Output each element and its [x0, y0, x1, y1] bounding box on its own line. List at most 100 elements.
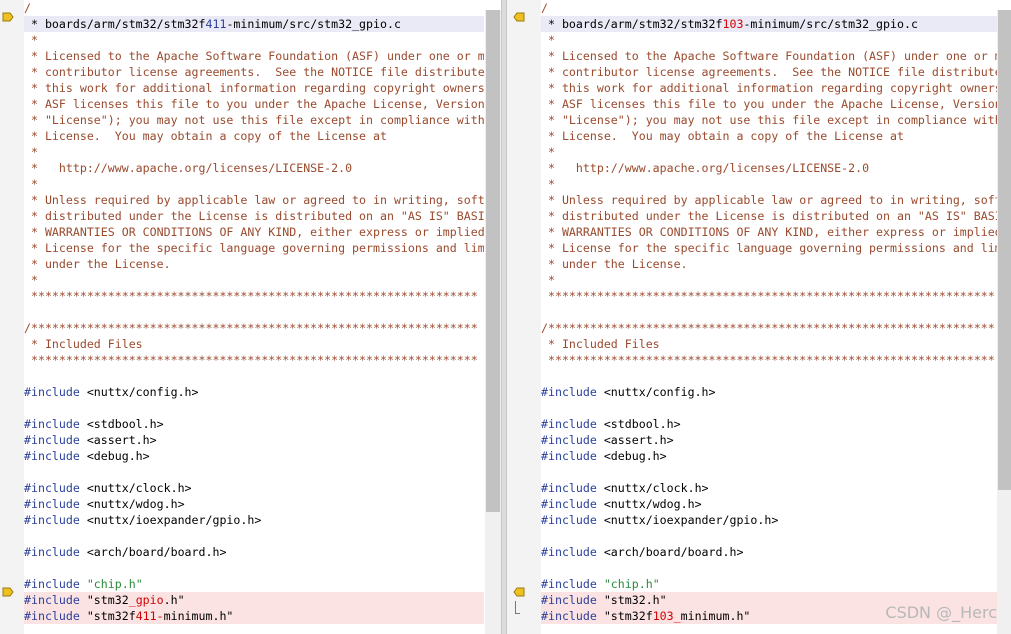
- right-code-line[interactable]: [541, 560, 1003, 576]
- right-code-line[interactable]: /***************************************…: [541, 320, 1003, 336]
- right-code-line[interactable]: ****************************************…: [541, 352, 1003, 368]
- left-code-line[interactable]: /: [24, 0, 484, 16]
- left-code-view[interactable]: / * boards/arm/stm32/stm32f411-minimum/s…: [24, 0, 484, 634]
- left-vertical-scrollbar[interactable]: [485, 10, 501, 634]
- left-code-line[interactable]: * http://www.apache.org/licenses/LICENSE…: [24, 160, 484, 176]
- left-code-line[interactable]: * License. You may obtain a copy of the …: [24, 128, 484, 144]
- left-code-token: #include: [24, 593, 80, 607]
- left-code-line[interactable]: *: [24, 176, 484, 192]
- right-code-line[interactable]: *: [541, 272, 1003, 288]
- right-code-line[interactable]: #include <nuttx/clock.h>: [541, 480, 1003, 496]
- right-code-token: * this work for additional information r…: [541, 81, 1002, 95]
- left-code-line[interactable]: [24, 528, 484, 544]
- right-code-line[interactable]: /: [541, 0, 1003, 16]
- left-code-line[interactable]: * this work for additional information r…: [24, 80, 484, 96]
- right-code-line[interactable]: * http://www.apache.org/licenses/LICENSE…: [541, 160, 1003, 176]
- left-code-line[interactable]: * Included Files: [24, 336, 484, 352]
- left-code-line[interactable]: [24, 400, 484, 416]
- right-scrollbar-thumb[interactable]: [998, 10, 1011, 490]
- right-code-line[interactable]: * Licensed to the Apache Software Founda…: [541, 48, 1003, 64]
- right-code-line[interactable]: * ASF licenses this file to you under th…: [541, 96, 1003, 112]
- left-code-line[interactable]: * distributed under the License is distr…: [24, 208, 484, 224]
- left-code-line[interactable]: ****************************************…: [24, 288, 484, 304]
- right-code-line[interactable]: #include <debug.h>: [541, 448, 1003, 464]
- right-code-line[interactable]: * "License"); you may not use this file …: [541, 112, 1003, 128]
- left-code-line[interactable]: *: [24, 272, 484, 288]
- left-code-line[interactable]: #include <arch/board/board.h>: [24, 544, 484, 560]
- right-code-line[interactable]: #include <nuttx/wdog.h>: [541, 496, 1003, 512]
- left-scrollbar-thumb[interactable]: [486, 10, 500, 512]
- left-code-line[interactable]: *: [24, 144, 484, 160]
- right-code-line[interactable]: * WARRANTIES OR CONDITIONS OF ANY KIND, …: [541, 224, 1003, 240]
- right-code-line[interactable]: #include <stdbool.h>: [541, 416, 1003, 432]
- left-code-line[interactable]: /***************************************…: [24, 320, 484, 336]
- left-code-line[interactable]: [24, 464, 484, 480]
- right-code-line[interactable]: *: [541, 176, 1003, 192]
- right-code-line[interactable]: * License for the specific language gove…: [541, 240, 1003, 256]
- left-code-token: #include: [24, 497, 80, 511]
- right-code-line[interactable]: #include "chip.h": [541, 576, 1003, 592]
- left-code-line[interactable]: #include <nuttx/ioexpander/gpio.h>: [24, 512, 484, 528]
- left-code-line[interactable]: #include "stm32f411-minimum.h": [24, 608, 484, 624]
- left-file-pane[interactable]: / * boards/arm/stm32/stm32f411-minimum/s…: [0, 0, 501, 634]
- right-code-line[interactable]: *: [541, 32, 1003, 48]
- right-code-line[interactable]: * distributed under the License is distr…: [541, 208, 1003, 224]
- left-code-line[interactable]: * WARRANTIES OR CONDITIONS OF ANY KIND, …: [24, 224, 484, 240]
- right-code-line[interactable]: * this work for additional information r…: [541, 80, 1003, 96]
- left-code-token: /: [24, 1, 31, 15]
- right-code-token: *: [541, 273, 555, 287]
- left-code-line[interactable]: #include <debug.h>: [24, 448, 484, 464]
- left-code-line[interactable]: #include <nuttx/clock.h>: [24, 480, 484, 496]
- right-code-line[interactable]: [541, 368, 1003, 384]
- right-vertical-scrollbar[interactable]: [997, 10, 1011, 634]
- right-code-token: "stm32.h": [596, 593, 667, 607]
- right-code-line[interactable]: #include <nuttx/ioexpander/gpio.h>: [541, 512, 1003, 528]
- right-code-token: * under the License.: [541, 257, 688, 271]
- left-code-line[interactable]: [24, 560, 484, 576]
- right-file-path-line[interactable]: * boards/arm/stm32/stm32f103-minimum/src…: [541, 16, 1003, 32]
- left-diff-arrow-right-icon[interactable]: [2, 587, 14, 597]
- left-code-line[interactable]: #include "chip.h": [24, 576, 484, 592]
- right-code-line[interactable]: * under the License.: [541, 256, 1003, 272]
- right-code-line[interactable]: * contributor license agreements. See th…: [541, 64, 1003, 80]
- left-code-line[interactable]: #include <nuttx/wdog.h>: [24, 496, 484, 512]
- right-diff-arrow-left-icon[interactable]: [513, 587, 525, 597]
- right-file-pane[interactable]: / * boards/arm/stm32/stm32f103-minimum/s…: [507, 0, 1011, 634]
- right-code-line[interactable]: ****************************************…: [541, 288, 1003, 304]
- left-code-line[interactable]: [24, 304, 484, 320]
- right-code-line[interactable]: * License. You may obtain a copy of the …: [541, 128, 1003, 144]
- right-code-line[interactable]: [541, 464, 1003, 480]
- left-code-token: *: [24, 145, 38, 159]
- left-code-line[interactable]: #include "stm32_gpio.h": [24, 592, 484, 608]
- right-code-token: * Included Files: [541, 337, 660, 351]
- right-code-line[interactable]: [541, 304, 1003, 320]
- right-code-line[interactable]: #include <assert.h>: [541, 432, 1003, 448]
- left-code-line[interactable]: * under the License.: [24, 256, 484, 272]
- right-code-token: #include: [541, 449, 597, 463]
- right-code-line[interactable]: * Included Files: [541, 336, 1003, 352]
- left-code-line[interactable]: [24, 368, 484, 384]
- left-code-line[interactable]: ****************************************…: [24, 352, 484, 368]
- right-code-token: #include: [541, 609, 597, 623]
- right-code-line[interactable]: #include <nuttx/config.h>: [541, 384, 1003, 400]
- left-code-line[interactable]: * "License"); you may not use this file …: [24, 112, 484, 128]
- left-code-line[interactable]: #include <nuttx/config.h>: [24, 384, 484, 400]
- right-code-line[interactable]: *: [541, 144, 1003, 160]
- left-code-line[interactable]: * Unless required by applicable law or a…: [24, 192, 484, 208]
- left-code-token: * License. You may obtain a copy of the …: [24, 129, 387, 143]
- left-code-line[interactable]: *: [24, 32, 484, 48]
- right-code-line[interactable]: [541, 400, 1003, 416]
- left-file-path-line[interactable]: * boards/arm/stm32/stm32f411-minimum/src…: [24, 16, 484, 32]
- left-diff-arrow-right-icon[interactable]: [2, 12, 14, 22]
- left-code-line[interactable]: * ASF licenses this file to you under th…: [24, 96, 484, 112]
- right-diff-arrow-left-icon[interactable]: [513, 12, 525, 22]
- right-code-view[interactable]: / * boards/arm/stm32/stm32f103-minimum/s…: [541, 0, 1003, 634]
- left-code-line[interactable]: #include <assert.h>: [24, 432, 484, 448]
- left-code-line[interactable]: * License for the specific language gove…: [24, 240, 484, 256]
- left-code-line[interactable]: * contributor license agreements. See th…: [24, 64, 484, 80]
- right-code-line[interactable]: [541, 528, 1003, 544]
- right-code-line[interactable]: #include <arch/board/board.h>: [541, 544, 1003, 560]
- left-code-line[interactable]: * Licensed to the Apache Software Founda…: [24, 48, 484, 64]
- right-code-line[interactable]: * Unless required by applicable law or a…: [541, 192, 1003, 208]
- left-code-line[interactable]: #include <stdbool.h>: [24, 416, 484, 432]
